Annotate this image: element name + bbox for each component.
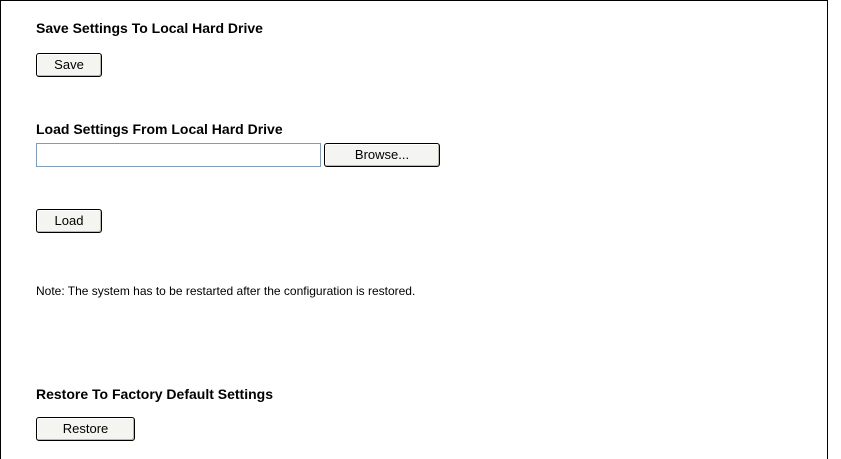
restore-defaults-heading: Restore To Factory Default Settings <box>36 386 274 402</box>
settings-file-input[interactable] <box>36 143 321 167</box>
browse-button[interactable]: Browse... <box>324 143 440 167</box>
restore-button[interactable]: Restore <box>36 417 135 441</box>
load-button[interactable]: Load <box>36 209 102 233</box>
load-settings-heading: Load Settings From Local Hard Drive <box>36 121 283 137</box>
save-settings-heading: Save Settings To Local Hard Drive <box>36 20 263 36</box>
restart-note: Note: The system has to be restarted aft… <box>36 284 416 298</box>
save-button[interactable]: Save <box>36 53 102 77</box>
settings-panel: Save Settings To Local Hard Drive Save L… <box>0 0 828 459</box>
